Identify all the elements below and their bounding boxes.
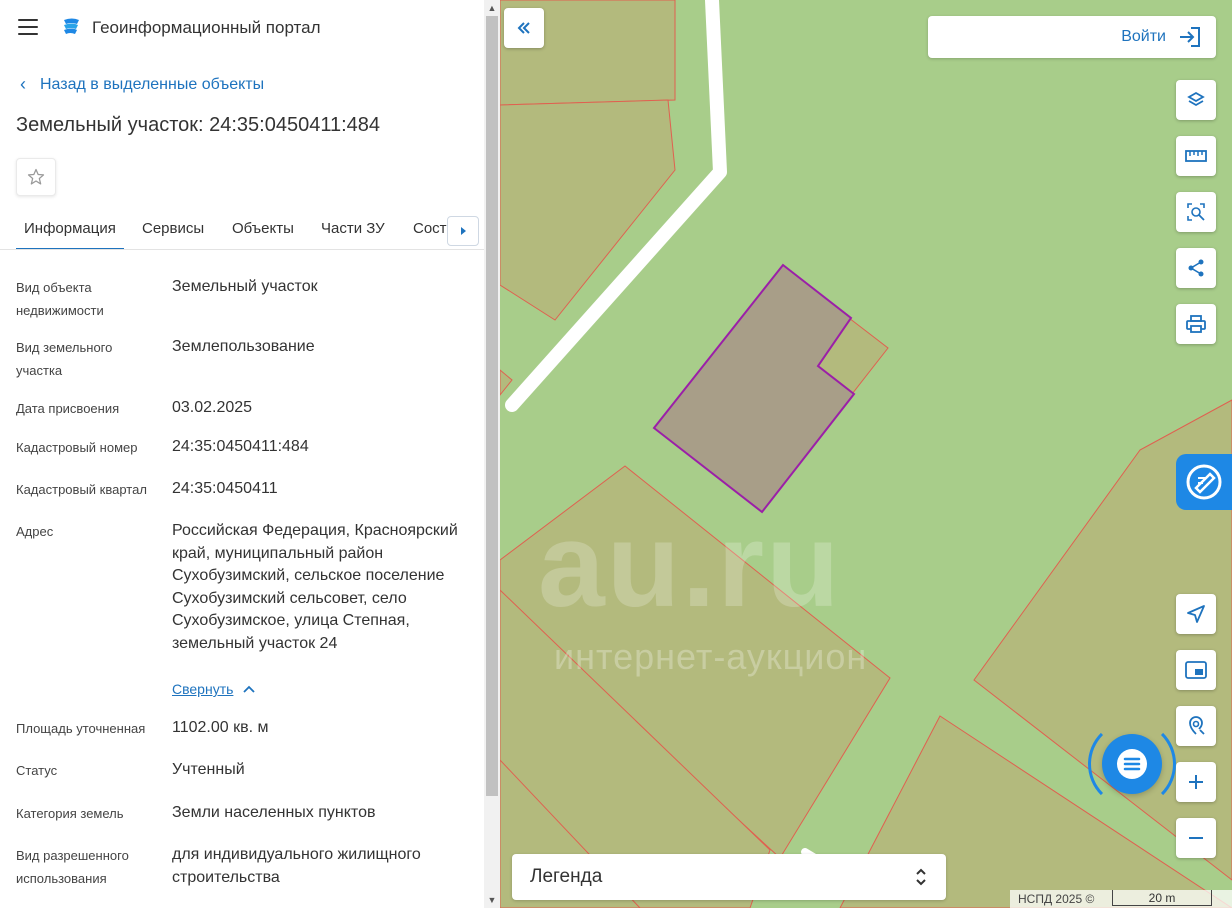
attr-value-object-type: Земельный участок: [172, 278, 318, 295]
layers-button[interactable]: [1176, 80, 1216, 120]
feedback-icon: [1186, 464, 1222, 500]
collapse-link-label: Свернуть: [172, 681, 234, 697]
hamburger-icon[interactable]: [18, 19, 38, 35]
feedback-tab[interactable]: [1176, 454, 1232, 510]
legend-panel[interactable]: Легенда: [512, 854, 946, 900]
attr-value-cadastral-quarter: 24:35:0450411: [172, 480, 278, 497]
tab-objects[interactable]: Объекты: [232, 220, 294, 237]
address-collapse-link[interactable]: Свернуть: [172, 681, 256, 697]
layers-icon: [1187, 91, 1205, 107]
attr-label-cadastral-number: Кадастровый номер: [16, 440, 138, 455]
map-scale: 20 m: [1112, 890, 1212, 906]
parcel: [500, 369, 513, 396]
attr-value-address: Российская Федерация, Красноярский край,…: [172, 522, 458, 652]
chevron-up-icon: [243, 685, 256, 693]
login-button[interactable]: Войти: [928, 16, 1216, 58]
up-down-chevron-icon: [916, 868, 926, 886]
chat-icon: [1117, 749, 1147, 779]
scrollbar-thumb[interactable]: [486, 16, 498, 796]
portal-logo-icon: [64, 18, 79, 34]
attr-value-parcel-type: Землепользование: [172, 338, 315, 355]
zoom-out-button[interactable]: [1176, 818, 1216, 858]
attr-label-address: Адрес: [16, 524, 54, 539]
favorite-button[interactable]: [16, 158, 56, 196]
zoom-in-button[interactable]: [1176, 762, 1216, 802]
attr-value-land-category: Земли населенных пунктов: [172, 804, 376, 821]
attr-value-cadastral-number: 24:35:0450411:484: [172, 438, 309, 455]
attr-label-object-type: Вид объекта недвижимости: [16, 280, 104, 318]
attr-value-status: Учтенный: [172, 761, 245, 778]
double-chevron-left-icon: [517, 22, 530, 34]
watermark-subtitle: интернет-аукцион: [554, 636, 868, 677]
scroll-up-icon[interactable]: ▲: [487, 3, 497, 13]
selected-parcel: [652, 263, 856, 514]
legend-label: Легенда: [530, 866, 603, 887]
tabs-bar: Информация Сервисы Объекты Части ЗУ Сост…: [0, 210, 484, 250]
panel-scrollbar[interactable]: ▲ ▼: [484, 0, 500, 908]
share-icon: [1188, 259, 1204, 277]
parcel: [500, 99, 676, 321]
attr-label-permitted-use: Вид разрешенного использования: [16, 848, 129, 886]
plus-icon: [1189, 775, 1203, 789]
attr-label-cadastral-quarter: Кадастровый квартал: [16, 482, 147, 497]
watermark-logo: au.ru: [538, 498, 842, 632]
login-label: Войти: [1121, 28, 1166, 45]
chevron-right-icon: [461, 227, 466, 235]
chat-button[interactable]: [1102, 734, 1162, 794]
collapse-panel-button[interactable]: [504, 8, 544, 48]
tabs-scroll-right-button[interactable]: [447, 216, 479, 246]
attr-label-assignment-date: Дата присвоения: [16, 401, 120, 416]
info-panel: Геоинформационный портал ‹ Назад в выдел…: [0, 0, 500, 908]
print-icon: [1186, 315, 1206, 333]
back-to-selected-link[interactable]: ‹ Назад в выделенные объекты: [20, 74, 264, 95]
attr-label-area: Площадь уточненная: [16, 721, 146, 736]
top-bar: Геоинформационный портал: [0, 0, 484, 56]
minus-icon: [1189, 837, 1203, 839]
share-button[interactable]: [1176, 248, 1216, 288]
attr-value-permitted-use: для индивидуального жилищного строительс…: [172, 846, 421, 886]
select-area-button[interactable]: [1176, 192, 1216, 232]
star-icon: [27, 168, 45, 185]
attr-label-land-category: Категория земель: [16, 806, 124, 821]
scroll-down-icon[interactable]: ▼: [487, 895, 497, 905]
picture-in-picture-icon: [1185, 661, 1207, 679]
tab-information[interactable]: Информация: [16, 220, 124, 249]
location-search-button[interactable]: [1176, 706, 1216, 746]
back-link-label: Назад в выделенные объекты: [40, 75, 265, 93]
print-button[interactable]: [1176, 304, 1216, 344]
map-view[interactable]: au.ru интернет-аукцион Войти Легенда НСП…: [500, 0, 1232, 908]
navigate-icon: [1187, 605, 1205, 623]
tab-parcel-parts[interactable]: Части ЗУ: [321, 220, 385, 237]
select-area-icon: [1187, 203, 1205, 221]
attr-label-status: Статус: [16, 763, 58, 778]
page-title: Земельный участок: 24:35:0450411:484: [16, 114, 381, 136]
chevron-left-icon: ‹: [20, 74, 26, 94]
attr-value-area: 1102.00 кв. м: [172, 719, 269, 736]
login-icon: [1180, 27, 1200, 47]
location-search-icon: [1189, 716, 1205, 735]
portal-title: Геоинформационный портал: [92, 18, 321, 37]
ruler-icon: [1185, 150, 1207, 162]
attr-label-parcel-type: Вид земельного участка: [16, 340, 113, 378]
measure-button[interactable]: [1176, 136, 1216, 176]
tab-services[interactable]: Сервисы: [142, 220, 204, 237]
attr-value-assignment-date: 03.02.2025: [172, 399, 253, 416]
navigate-button[interactable]: [1176, 594, 1216, 634]
minimap-button[interactable]: [1176, 650, 1216, 690]
